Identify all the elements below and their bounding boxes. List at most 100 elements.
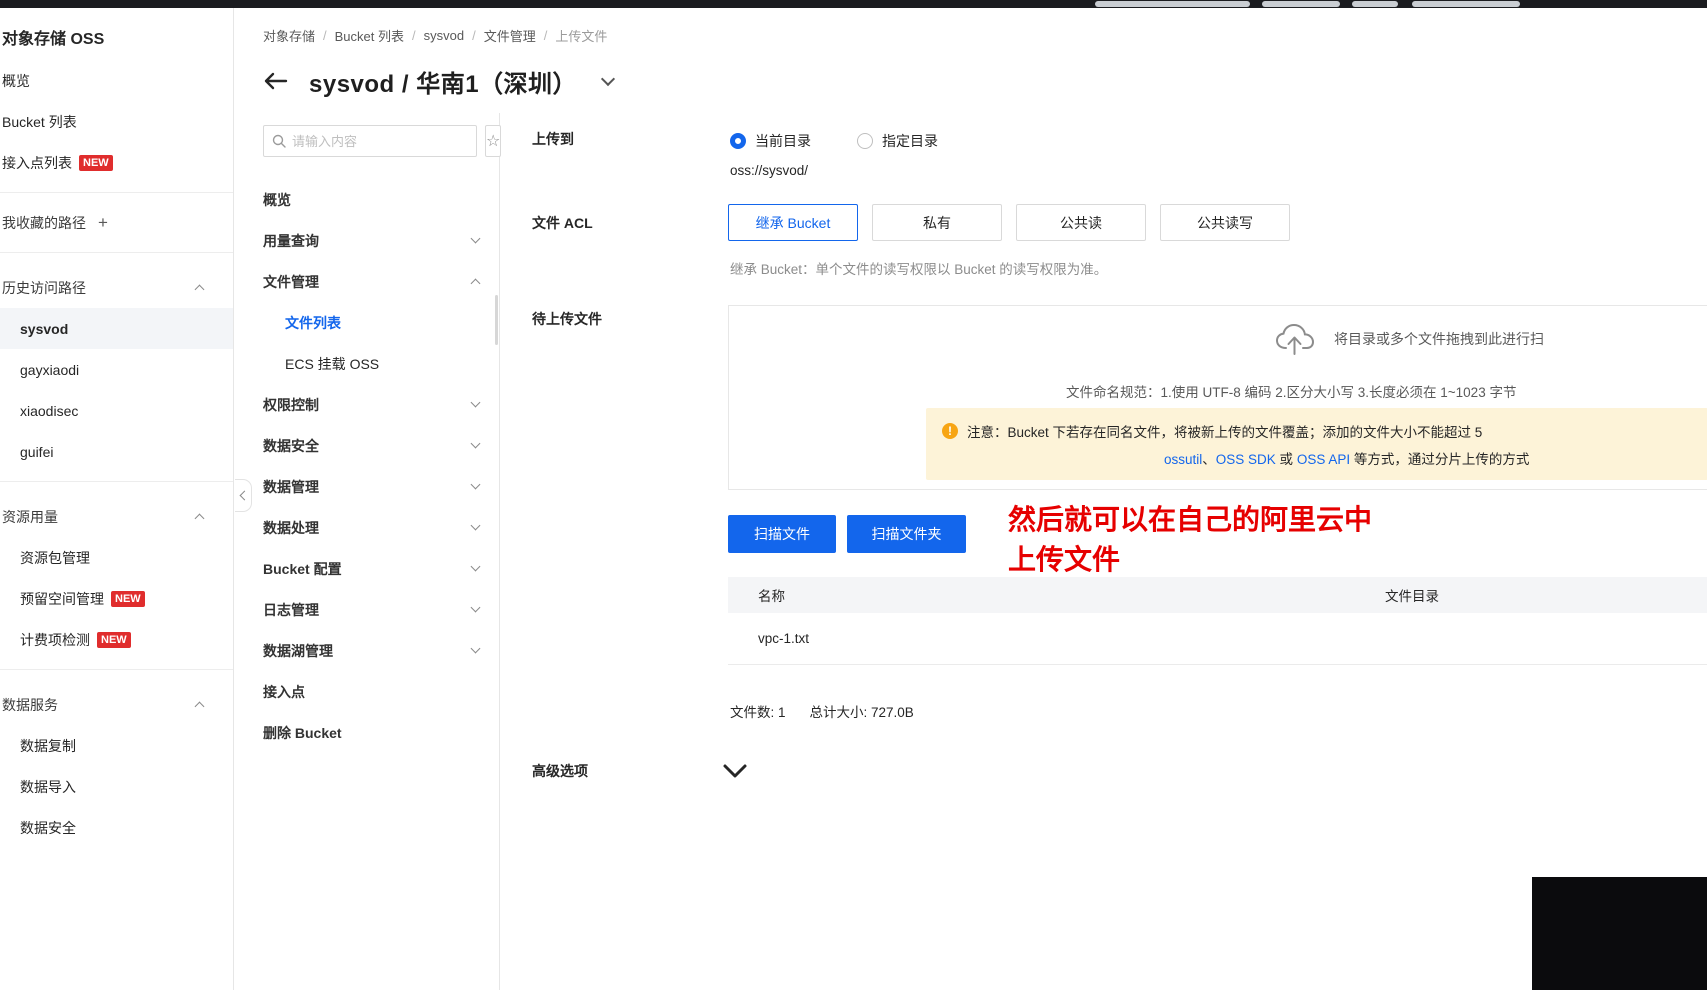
warning-text: 等方式，通过分片上传的方式 [1350, 452, 1530, 467]
nav-item-log-management[interactable]: 日志管理 [235, 589, 499, 630]
sidebar-item-guifei[interactable]: guifei [0, 431, 233, 472]
radio-specified-directory[interactable]: 指定目录 [857, 131, 938, 151]
divider [0, 252, 233, 253]
breadcrumb-item[interactable]: sysvod [424, 28, 464, 43]
nav-item-data-management[interactable]: 数据管理 [235, 466, 499, 507]
acl-option-public-read-write[interactable]: 公共读写 [1160, 204, 1290, 241]
search-box[interactable] [263, 125, 477, 157]
sidebar-item-data-replication[interactable]: 数据复制 [0, 725, 233, 766]
sidebar-section-history[interactable]: 历史访问路径 [0, 267, 233, 308]
back-icon [264, 72, 288, 90]
warning-line1: ! 注意：Bucket 下若存在同名文件，将被新上传的文件覆盖；添加的文件大小不… [942, 421, 1692, 441]
bucket-switch-chevron-icon[interactable] [600, 71, 616, 86]
nav-item-file-list[interactable]: 文件列表 [235, 302, 499, 343]
nav-list: 概览 用量查询 文件管理 文件列表 ECS 挂载 OSS 权限控制 数据安全 数… [235, 179, 499, 753]
oss-sdk-link[interactable]: OSS SDK [1216, 452, 1276, 467]
content-area: 对象存储 / Bucket 列表 / sysvod / 文件管理 / 上传文件 … [235, 8, 1707, 990]
acl-option-inherit-bucket[interactable]: 继承 Bucket [728, 204, 858, 241]
acl-option-public-read[interactable]: 公共读 [1016, 204, 1146, 241]
breadcrumb: 对象存储 / Bucket 列表 / sysvod / 文件管理 / 上传文件 [263, 26, 607, 45]
chevron-down-icon [470, 520, 481, 531]
nav-item-ecs-mount-oss[interactable]: ECS 挂载 OSS [235, 343, 499, 384]
nav-item-permission-control[interactable]: 权限控制 [235, 384, 499, 425]
service-item-label: 数据安全 [20, 819, 76, 836]
warning-text: 注意：Bucket 下若存在同名文件，将被新上传的文件覆盖；添加的文件大小不能超… [967, 425, 1483, 440]
search-input[interactable] [292, 133, 468, 149]
ossutil-link[interactable]: ossutil [1164, 452, 1202, 467]
nav-item-data-lake-management[interactable]: 数据湖管理 [235, 630, 499, 671]
breadcrumb-separator: / [323, 28, 327, 43]
nav-item-label: 数据处理 [263, 519, 319, 536]
page-title: sysvod / 华南1（深圳） [309, 70, 578, 98]
annotation-line2: 上传文件 [1008, 544, 1121, 575]
warning-icon: ! [942, 423, 958, 439]
sidebar-item-gayxiaodi[interactable]: gayxiaodi [0, 349, 233, 390]
breadcrumb-item[interactable]: Bucket 列表 [335, 26, 404, 45]
oss-path: oss://sysvod/ [730, 163, 809, 178]
scan-files-button[interactable]: 扫描文件 [728, 515, 836, 553]
nav-item-label: Bucket 配置 [263, 560, 342, 577]
new-badge: NEW [79, 154, 113, 171]
sidebar-item-xiaodisec[interactable]: xiaodisec [0, 390, 233, 431]
sidebar-item-sysvod[interactable]: sysvod [0, 308, 233, 349]
new-badge: NEW [111, 590, 145, 607]
topbar-segment [1095, 1, 1250, 7]
nav-item-access-point[interactable]: 接入点 [235, 671, 499, 712]
file-dropzone[interactable]: 将目录或多个文件拖拽到此进行扫 文件命名规范：1.使用 UTF-8 编码 2.区… [728, 305, 1707, 490]
nav-item-label: 接入点 [263, 683, 305, 700]
nav-item-label: 概览 [263, 191, 291, 208]
table-row[interactable]: vpc-1.txt [728, 613, 1707, 665]
sidebar-item-billing-item-check[interactable]: 计费项检测 NEW [0, 619, 233, 660]
nav-item-delete-bucket[interactable]: 删除 Bucket [235, 712, 499, 753]
scan-folder-button[interactable]: 扫描文件夹 [847, 515, 966, 553]
chevron-down-icon [723, 764, 747, 778]
sidebar-collapse-handle[interactable] [235, 479, 252, 512]
nav-item-label: 文件列表 [285, 314, 341, 331]
radio-current-directory[interactable]: 当前目录 [730, 131, 811, 151]
video-overlay [1532, 877, 1707, 990]
sidebar-favorites-header[interactable]: 我收藏的路径 + [0, 202, 233, 243]
annotation-line1: 然后就可以在自己的阿里云中 [1008, 504, 1373, 535]
breadcrumb-item[interactable]: 对象存储 [263, 26, 315, 45]
history-item-label: xiaodisec [20, 402, 79, 419]
topbar-segment [1262, 1, 1340, 7]
favorite-star-button[interactable]: ☆ [485, 125, 502, 157]
sidebar-item-label: Bucket 列表 [2, 113, 77, 130]
table-header-row: 名称 文件目录 [728, 577, 1707, 613]
nav-item-overview[interactable]: 概览 [235, 179, 499, 220]
sidebar-item-data-security[interactable]: 数据安全 [0, 807, 233, 848]
oss-api-link[interactable]: OSS API [1297, 452, 1350, 467]
sidebar-section-resource-usage[interactable]: 资源用量 [0, 496, 233, 537]
warning-text: 或 [1275, 452, 1297, 467]
sidebar-item-reserved-capacity[interactable]: 预留空间管理 NEW [0, 578, 233, 619]
chevron-down-icon [470, 602, 481, 613]
nav-scrollbar-thumb[interactable] [495, 295, 498, 345]
nav-item-bucket-config[interactable]: Bucket 配置 [235, 548, 499, 589]
sidebar-item-bucket-list[interactable]: Bucket 列表 [0, 101, 233, 142]
sidebar-item-data-import[interactable]: 数据导入 [0, 766, 233, 807]
nav-item-label: 数据湖管理 [263, 642, 333, 659]
nav-item-usage-query[interactable]: 用量查询 [235, 220, 499, 261]
history-item-label: sysvod [20, 320, 69, 337]
acl-note: 继承 Bucket：单个文件的读写权限以 Bucket 的读写权限为准。 [730, 262, 1108, 277]
sidebar-item-label: 接入点列表 [2, 154, 72, 171]
nav-item-data-security[interactable]: 数据安全 [235, 425, 499, 466]
acl-button-group: 继承 Bucket 私有 公共读 公共读写 [728, 204, 1290, 241]
nav-item-file-management[interactable]: 文件管理 [235, 261, 499, 302]
sidebar-item-resource-packages[interactable]: 资源包管理 [0, 537, 233, 578]
add-favorite-path-button[interactable]: + [98, 213, 108, 233]
back-button[interactable] [261, 67, 289, 95]
sidebar-section-data-services[interactable]: 数据服务 [0, 684, 233, 725]
sidebar-item-access-point-list[interactable]: 接入点列表 NEW [0, 142, 233, 183]
advanced-options-toggle[interactable] [722, 763, 748, 782]
table-header-directory: 文件目录 [1385, 589, 1439, 604]
file-acl-label: 文件 ACL [532, 215, 593, 231]
oss-sidebar: 对象存储 OSS 概览 Bucket 列表 接入点列表 NEW 我收藏的路径 +… [0, 8, 234, 990]
acl-option-private[interactable]: 私有 [872, 204, 1002, 241]
files-table: 名称 文件目录 vpc-1.txt [728, 577, 1707, 665]
sidebar-item-overview[interactable]: 概览 [0, 60, 233, 101]
breadcrumb-item[interactable]: 文件管理 [484, 26, 536, 45]
breadcrumb-separator: / [543, 28, 548, 43]
nav-search-row: ☆ [263, 125, 502, 157]
nav-item-data-processing[interactable]: 数据处理 [235, 507, 499, 548]
